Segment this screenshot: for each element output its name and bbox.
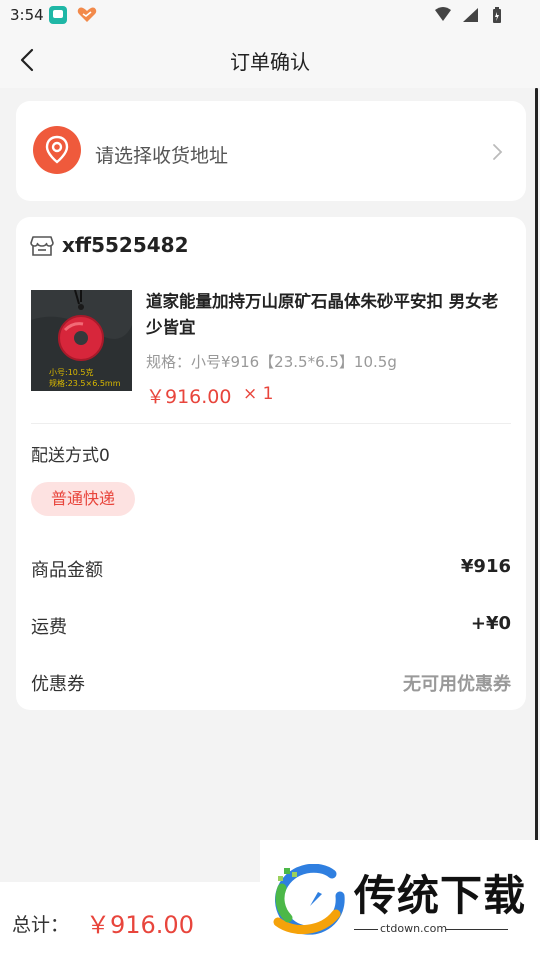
product-image-caption-2: 规格:23.5×6.5mm bbox=[49, 378, 121, 388]
coupon-value[interactable]: 无可用优惠券 bbox=[403, 670, 511, 696]
location-pin-icon bbox=[33, 126, 81, 174]
address-placeholder: 请选择收货地址 bbox=[95, 145, 229, 167]
product-title[interactable]: 道家能量加持万山原矿石晶体朱砂平安扣 男女老少皆宜 bbox=[146, 289, 512, 341]
chevron-right-icon bbox=[493, 144, 503, 160]
product-quantity: × 1 bbox=[243, 384, 274, 404]
watermark: 传统下载 ctdown.com bbox=[260, 840, 540, 960]
scrollbar bbox=[535, 88, 538, 848]
shipping-option-chip[interactable]: 普通快递 bbox=[31, 482, 136, 516]
watermark-line-left bbox=[354, 929, 378, 930]
page-title: 订单确认 bbox=[230, 50, 310, 74]
watermark-line-right bbox=[446, 929, 508, 930]
heart-notification-icon bbox=[77, 7, 97, 22]
address-selector[interactable]: 请选择收货地址 bbox=[16, 101, 526, 201]
product-image[interactable]: 小号:10.5克 规格:23.5×6.5mm bbox=[31, 290, 132, 391]
status-time: 3:54 bbox=[10, 6, 44, 24]
signal-battery-icons bbox=[435, 7, 501, 23]
shipping-fee-label: 运费 bbox=[31, 617, 67, 638]
subtotal-label: 商品金额 bbox=[31, 560, 103, 581]
total-label: 总计： bbox=[12, 914, 70, 936]
shop-name[interactable]: xff5525482 bbox=[62, 233, 189, 257]
watermark-logo bbox=[273, 864, 345, 935]
status-bar: 3:54 bbox=[0, 0, 540, 30]
product-spec: 规格：小号¥916【23.5*6.5】10.5g bbox=[146, 353, 397, 371]
subtotal-value: ¥916 bbox=[460, 556, 511, 577]
product-price: ￥916.00 bbox=[146, 386, 232, 408]
shipping-fee-value: +¥0 bbox=[470, 613, 511, 634]
product-image-caption-1: 小号:10.5克 bbox=[49, 368, 94, 377]
divider bbox=[31, 423, 511, 424]
nav-bar: 订单确认 bbox=[0, 30, 540, 88]
coupon-label: 优惠券 bbox=[31, 674, 85, 695]
total-value: ￥916.00 bbox=[86, 911, 194, 939]
store-icon bbox=[30, 236, 54, 256]
watermark-brand: 传统下载 bbox=[354, 871, 527, 920]
watermark-url: ctdown.com bbox=[380, 922, 448, 935]
order-card: xff5525482 小号:10.5克 规格:23.5×6.5mm 道家能量加持… bbox=[16, 217, 526, 710]
app-notification-icon bbox=[49, 6, 67, 24]
shipping-method-label: 配送方式0 bbox=[31, 446, 110, 466]
